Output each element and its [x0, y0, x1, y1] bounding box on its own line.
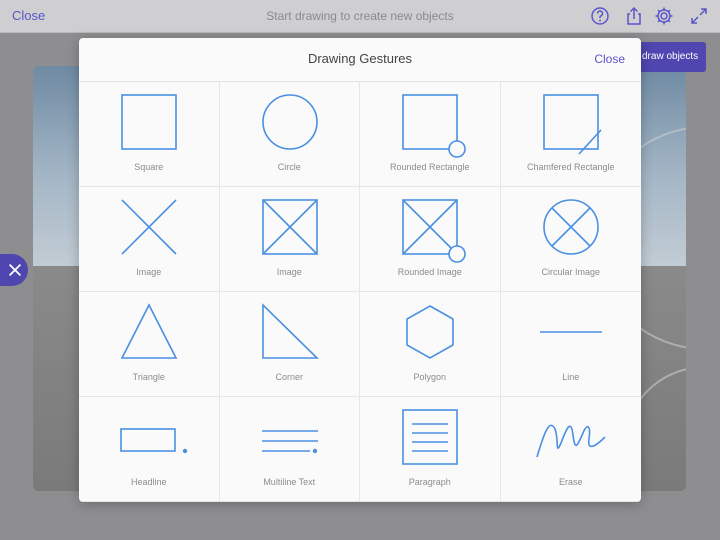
gesture-circle[interactable]: Circle — [219, 82, 360, 187]
gesture-label: Erase — [558, 477, 583, 487]
gesture-label: Triangle — [132, 372, 165, 382]
close-icon — [8, 263, 22, 277]
draw-objects-button[interactable]: draw objects — [636, 42, 706, 72]
rounded-rectangle-icon — [402, 94, 466, 158]
gesture-label: Chamfered Rectangle — [526, 162, 615, 172]
gesture-label: Rounded Image — [397, 267, 462, 277]
modal-title: Drawing Gestures — [307, 51, 413, 66]
boxed-x-image-icon — [261, 199, 318, 255]
gesture-label: Circle — [277, 162, 301, 172]
circular-image-icon — [542, 199, 599, 255]
top-bar: Close Start drawing to create new object… — [0, 0, 720, 33]
modal-close-button[interactable]: Close — [594, 52, 625, 66]
gesture-label: Multiline Text — [263, 477, 316, 487]
gesture-corner[interactable]: Corner — [219, 292, 360, 397]
gesture-label: Circular Image — [541, 267, 601, 277]
modal-header: Drawing Gestures Close — [79, 38, 641, 82]
gesture-label: Corner — [275, 372, 303, 382]
gesture-label: Line — [562, 372, 580, 382]
gesture-polygon[interactable]: Polygon — [360, 292, 501, 397]
gesture-square[interactable]: Square — [79, 82, 220, 187]
share-icon[interactable] — [624, 6, 644, 26]
x-image-icon — [121, 199, 177, 255]
gesture-rounded-image[interactable]: Rounded Image — [360, 187, 501, 292]
help-icon[interactable] — [590, 6, 610, 26]
triangle-icon — [120, 303, 178, 359]
gesture-circular-image[interactable]: Circular Image — [500, 187, 641, 292]
rounded-image-icon — [402, 199, 466, 263]
gear-icon[interactable] — [654, 6, 674, 26]
gesture-triangle[interactable]: Triangle — [79, 292, 220, 397]
line-icon — [539, 331, 602, 333]
gesture-label: Square — [134, 162, 164, 172]
drawing-gestures-modal: Drawing Gestures Close Square Circle Rou… — [79, 38, 641, 502]
gesture-headline[interactable]: Headline — [79, 397, 220, 502]
corner-icon — [261, 303, 319, 359]
gesture-erase[interactable]: Erase — [500, 397, 641, 502]
circle-icon — [261, 94, 318, 150]
gesture-image-x[interactable]: Image — [79, 187, 220, 292]
gesture-label: Image — [136, 267, 162, 277]
gesture-label: Image — [276, 267, 302, 277]
paragraph-icon — [402, 409, 458, 465]
polygon-icon — [406, 305, 454, 359]
gesture-chamfered-rectangle[interactable]: Chamfered Rectangle — [500, 82, 641, 187]
gesture-label: Headline — [130, 477, 167, 487]
gesture-label: Paragraph — [408, 477, 451, 487]
gesture-rounded-rectangle[interactable]: Rounded Rectangle — [360, 82, 501, 187]
square-icon — [121, 94, 177, 150]
erase-icon — [535, 424, 606, 458]
gesture-label: Rounded Rectangle — [389, 162, 470, 172]
gesture-multiline-text[interactable]: Multiline Text — [219, 397, 360, 502]
chamfered-rectangle-icon — [542, 94, 602, 155]
gesture-image-boxed[interactable]: Image — [219, 187, 360, 292]
expand-icon[interactable] — [689, 6, 709, 26]
drawing-hint: Start drawing to create new objects — [266, 9, 454, 23]
gesture-line[interactable]: Line — [500, 292, 641, 397]
gesture-paragraph[interactable]: Paragraph — [360, 397, 501, 502]
headline-icon — [120, 428, 188, 454]
gesture-label: Polygon — [413, 372, 447, 382]
multiline-text-icon — [261, 430, 318, 454]
gesture-grid: Square Circle Rounded Rectangle Chamfere… — [79, 82, 641, 502]
close-panel-button[interactable] — [0, 254, 28, 286]
